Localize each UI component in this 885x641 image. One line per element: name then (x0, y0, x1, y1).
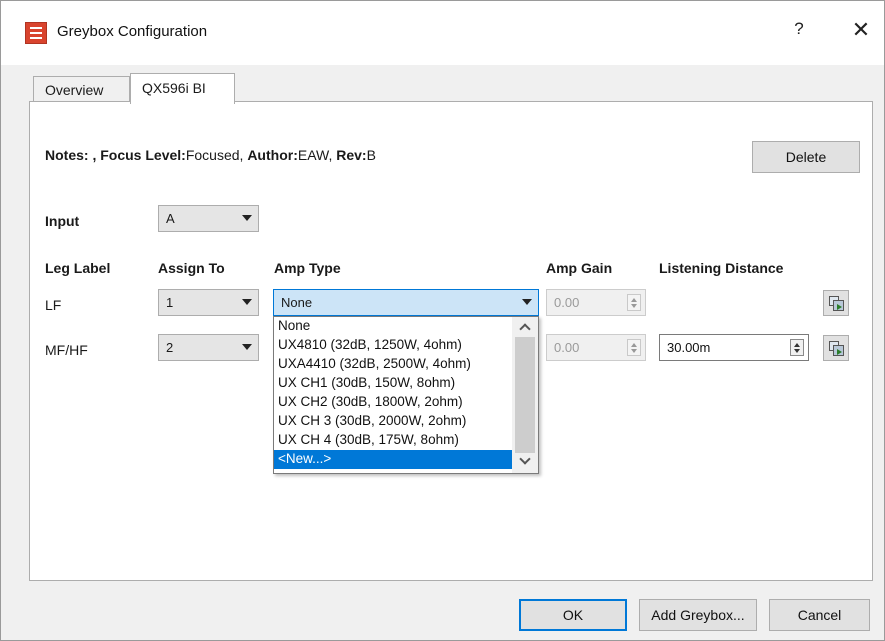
column-header-amp-gain: Amp Gain (546, 260, 613, 276)
row-lf-leg-label: LF (45, 297, 62, 313)
column-header-amp-type: Amp Type (274, 260, 341, 276)
close-icon[interactable]: ✕ (849, 17, 873, 45)
row-lf-amp-type-select[interactable]: None (273, 289, 539, 316)
notes-line: Notes: , Focus Level:Focused, Author:EAW… (45, 147, 376, 163)
focus-level-label: Focus Level: (100, 147, 186, 163)
row-mfhf-leg-label: MF/HF (45, 342, 88, 358)
amp-type-option-new[interactable]: <New...> (274, 450, 512, 469)
rev-label: Rev: (336, 147, 367, 163)
rev-value: B (366, 147, 376, 163)
amp-type-option[interactable]: UX CH1 (30dB, 150W, 8ohm) (274, 374, 512, 393)
spin-arrows-icon[interactable] (627, 294, 641, 311)
amp-type-options: None UX4810 (32dB, 1250W, 4ohm) UXA4410 … (274, 317, 512, 469)
chevron-down-icon[interactable] (519, 453, 531, 465)
input-label: Input (45, 213, 80, 229)
row-mfhf-listening-distance-stepper[interactable]: 30.00m (659, 334, 809, 361)
tab-qx596i-bi[interactable]: QX596i BI (130, 73, 235, 104)
spin-arrows-icon[interactable] (627, 339, 641, 356)
amp-type-option[interactable]: UX CH 3 (30dB, 2000W, 2ohm) (274, 412, 512, 431)
row-mfhf-amp-gain-value: 0.00 (554, 340, 580, 355)
title-bar[interactable]: Greybox Configuration ? ✕ (1, 1, 884, 65)
greybox-app-icon (25, 22, 47, 44)
row-lf-copy-settings-icon[interactable] (823, 290, 849, 316)
add-greybox-button[interactable]: Add Greybox... (639, 599, 757, 631)
amp-type-option[interactable]: UX CH 4 (30dB, 175W, 8ohm) (274, 431, 512, 450)
row-lf-amp-gain-value: 0.00 (554, 295, 580, 310)
input-select[interactable]: A (158, 205, 259, 232)
chevron-up-icon[interactable] (519, 323, 531, 335)
chevron-down-icon (242, 299, 252, 305)
cancel-button[interactable]: Cancel (769, 599, 870, 631)
notes-label: Notes: (45, 147, 89, 163)
chevron-down-icon (522, 299, 532, 305)
row-lf-amp-gain-stepper[interactable]: 0.00 (546, 289, 646, 316)
amp-type-option[interactable]: None (274, 317, 512, 336)
author-value: EAW, (297, 147, 333, 163)
row-mfhf-copy-settings-icon[interactable] (823, 335, 849, 361)
scrollbar-thumb[interactable] (515, 337, 535, 453)
tab-overview[interactable]: Overview (33, 76, 130, 102)
chevron-down-icon (242, 344, 252, 350)
row-mfhf-amp-gain-stepper[interactable]: 0.00 (546, 334, 646, 361)
chevron-down-icon (242, 215, 252, 221)
column-header-listening-distance: Listening Distance (659, 260, 784, 276)
amp-type-dropdown-list[interactable]: None UX4810 (32dB, 1250W, 4ohm) UXA4410 … (273, 316, 539, 474)
amp-type-option[interactable]: UXA4410 (32dB, 2500W, 4ohm) (274, 355, 512, 374)
amp-type-option[interactable]: UX CH2 (30dB, 1800W, 2ohm) (274, 393, 512, 412)
window-title: Greybox Configuration (57, 23, 208, 40)
greybox-configuration-dialog: Greybox Configuration ? ✕ Overview QX596… (0, 0, 885, 641)
ok-button[interactable]: OK (519, 599, 627, 631)
dropdown-scrollbar[interactable] (512, 317, 538, 473)
delete-button[interactable]: Delete (752, 141, 860, 173)
spin-arrows-icon[interactable] (790, 339, 804, 356)
row-mfhf-listening-distance-value: 30.00m (667, 340, 711, 355)
row-mfhf-assign-value: 2 (166, 340, 174, 355)
row-lf-amp-type-value: None (281, 295, 313, 310)
author-label: Author: (247, 147, 298, 163)
amp-type-option[interactable]: UX4810 (32dB, 1250W, 4ohm) (274, 336, 512, 355)
focus-level-value: Focused, (185, 147, 244, 163)
help-icon[interactable]: ? (787, 19, 811, 45)
row-lf-assign-value: 1 (166, 295, 174, 310)
row-mfhf-assign-select[interactable]: 2 (158, 334, 259, 361)
row-lf-assign-select[interactable]: 1 (158, 289, 259, 316)
column-header-assign-to: Assign To (158, 260, 225, 276)
notes-value: , (92, 147, 97, 163)
column-header-leg-label: Leg Label (45, 260, 111, 276)
input-select-value: A (166, 211, 175, 226)
